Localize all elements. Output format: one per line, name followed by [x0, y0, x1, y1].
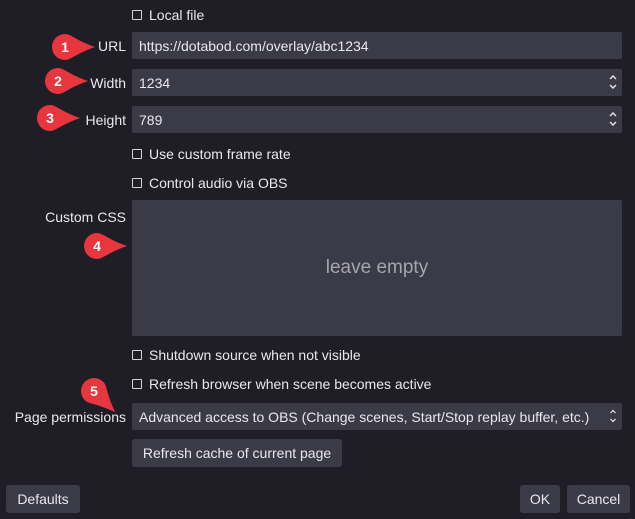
width-spinbox[interactable]: 1234 — [132, 69, 622, 96]
width-stepper[interactable] — [608, 71, 618, 93]
width-value: 1234 — [139, 74, 171, 91]
height-stepper[interactable] — [608, 108, 618, 130]
marker-number: 1 — [61, 39, 69, 55]
local-file-checkbox-box[interactable] — [132, 10, 142, 20]
browser-source-properties: { "checkboxes": { "local_file": "Local f… — [0, 0, 635, 519]
control-audio-checkbox-box[interactable] — [132, 178, 142, 188]
height-label: Height — [85, 112, 126, 128]
stepper-arrows-icon — [609, 112, 617, 126]
select-arrows-icon — [610, 409, 616, 423]
ok-button[interactable]: OK — [520, 485, 560, 513]
refresh-browser-label: Refresh browser when scene becomes activ… — [149, 376, 432, 392]
marker-number: 3 — [46, 110, 54, 126]
custom-css-label: Custom CSS — [45, 209, 126, 225]
annotation-marker-5: 5 — [80, 377, 120, 417]
annotation-marker-3: 3 — [36, 104, 86, 132]
url-input[interactable]: https://dotabod.com/overlay/abc1234 — [132, 32, 622, 59]
stepper-arrows-icon — [609, 75, 617, 89]
marker-number: 4 — [93, 238, 101, 254]
custom-frame-rate-checkbox-box[interactable] — [132, 149, 142, 159]
page-permissions-value: Advanced access to OBS (Change scenes, S… — [139, 408, 590, 425]
annotation-marker-2: 2 — [44, 67, 94, 95]
refresh-cache-button[interactable]: Refresh cache of current page — [132, 439, 342, 467]
height-value: 789 — [139, 111, 163, 128]
custom-css-placeholder: leave empty — [325, 257, 429, 278]
annotation-marker-1: 1 — [51, 33, 101, 61]
shutdown-source-label: Shutdown source when not visible — [149, 347, 361, 363]
control-audio-checkbox[interactable]: Control audio via OBS — [132, 173, 288, 193]
page-permissions-select[interactable]: Advanced access to OBS (Change scenes, S… — [132, 403, 622, 430]
custom-frame-rate-checkbox[interactable]: Use custom frame rate — [132, 144, 291, 164]
marker-number: 5 — [90, 383, 98, 399]
custom-frame-rate-label: Use custom frame rate — [149, 146, 291, 162]
cancel-button[interactable]: Cancel — [567, 485, 630, 513]
height-spinbox[interactable]: 789 — [132, 106, 622, 133]
refresh-browser-checkbox-box[interactable] — [132, 379, 142, 389]
shutdown-source-checkbox-box[interactable] — [132, 350, 142, 360]
shutdown-source-checkbox[interactable]: Shutdown source when not visible — [132, 345, 361, 365]
width-label: Width — [90, 75, 126, 91]
marker-number: 2 — [54, 73, 62, 89]
control-audio-label: Control audio via OBS — [149, 175, 288, 191]
local-file-checkbox[interactable]: Local file — [132, 5, 204, 25]
annotation-marker-4: 4 — [83, 232, 133, 260]
refresh-browser-checkbox[interactable]: Refresh browser when scene becomes activ… — [132, 374, 431, 394]
defaults-button[interactable]: Defaults — [6, 485, 80, 513]
local-file-label: Local file — [149, 7, 205, 23]
custom-css-textarea[interactable]: leave empty — [132, 200, 622, 336]
url-label: URL — [97, 38, 126, 54]
